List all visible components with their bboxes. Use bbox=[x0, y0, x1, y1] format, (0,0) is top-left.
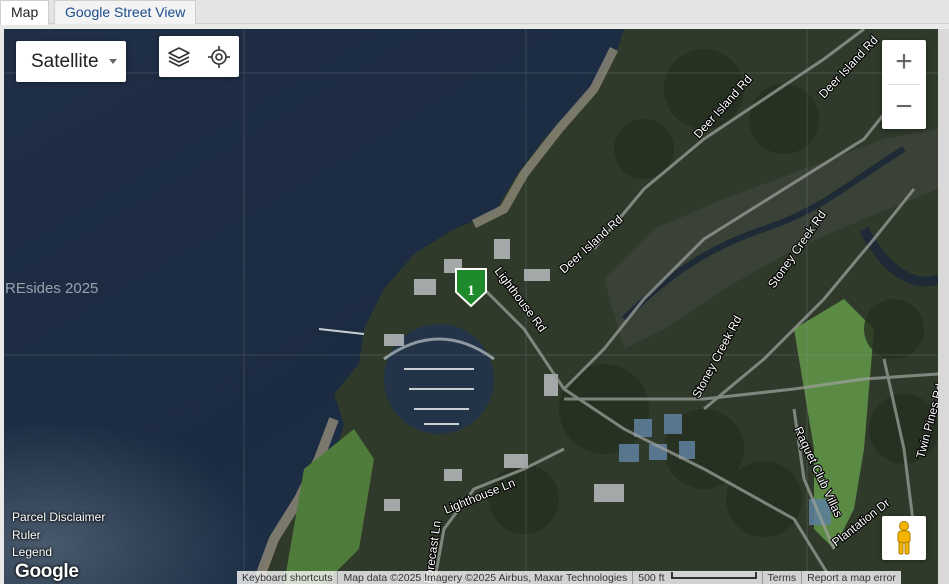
tab-bar: Map Google Street View bbox=[0, 0, 949, 25]
layers-button[interactable] bbox=[159, 36, 199, 77]
page-edge bbox=[938, 29, 949, 584]
pegman-icon bbox=[897, 521, 911, 555]
scale-bar bbox=[670, 572, 757, 579]
layers-icon bbox=[168, 46, 190, 67]
legend-link[interactable]: Legend bbox=[12, 544, 105, 562]
report-map-error-link[interactable]: Report a map error bbox=[802, 571, 901, 584]
zoom-in-button[interactable]: + bbox=[882, 40, 926, 84]
map-type-label: Satellite bbox=[31, 51, 99, 72]
zoom-control: + − bbox=[882, 40, 926, 129]
my-location-icon bbox=[208, 45, 230, 68]
ruler-link[interactable]: Ruler bbox=[12, 527, 105, 545]
attribution-bar: Keyboard shortcuts Map data ©2025 Imager… bbox=[237, 571, 901, 584]
map-info-links: Parcel Disclaimer Ruler Legend bbox=[12, 509, 105, 562]
street-view-pegman-button[interactable] bbox=[882, 516, 926, 560]
satellite-imagery: Deer Island Rd Deer Island Rd Deer Islan… bbox=[4, 29, 938, 584]
map-tools bbox=[159, 36, 239, 77]
google-logo: Google bbox=[15, 561, 79, 582]
watermark: REsides 2025 bbox=[5, 280, 99, 297]
map-type-select[interactable]: Satellite bbox=[16, 41, 126, 82]
map-data-attribution: Map data ©2025 Imagery ©2025 Airbus, Max… bbox=[338, 571, 634, 584]
my-location-button[interactable] bbox=[199, 36, 239, 77]
satellite-map[interactable]: Deer Island Rd Deer Island Rd Deer Islan… bbox=[4, 29, 938, 584]
tab-map[interactable]: Map bbox=[0, 0, 50, 25]
marker-label: 1 bbox=[467, 283, 475, 299]
terms-link[interactable]: Terms bbox=[763, 571, 803, 584]
tab-street-view[interactable]: Google Street View bbox=[54, 0, 197, 24]
zoom-out-button[interactable]: − bbox=[882, 85, 926, 129]
parcel-disclaimer-link[interactable]: Parcel Disclaimer bbox=[12, 509, 105, 527]
chevron-down-icon bbox=[109, 59, 117, 64]
keyboard-shortcuts-link[interactable]: Keyboard shortcuts bbox=[237, 571, 339, 584]
scale-control[interactable]: 500 ft bbox=[633, 571, 763, 584]
scale-label: 500 ft bbox=[638, 572, 665, 584]
